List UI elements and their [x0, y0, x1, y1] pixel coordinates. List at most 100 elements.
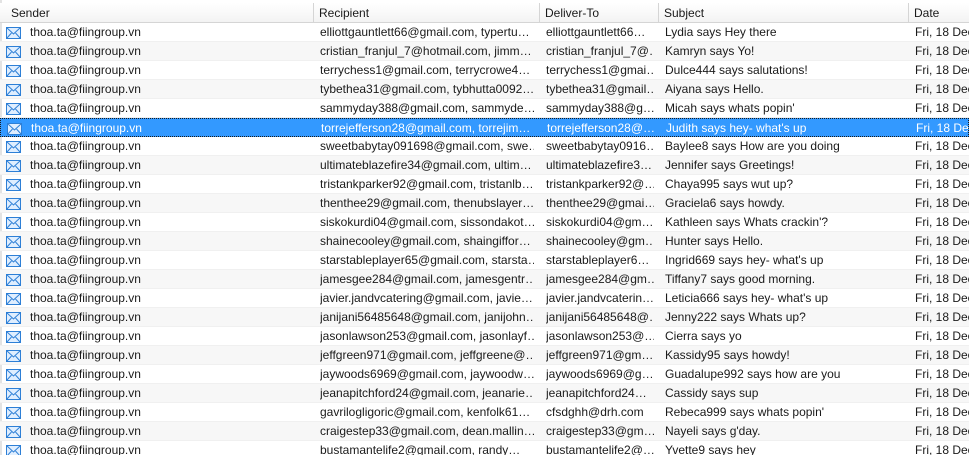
recipient-cell: sammyday388@gmail.com, sammyde… [320, 101, 534, 115]
envelope-icon [6, 232, 22, 251]
message-row[interactable]: thoa.ta@fiingroup.vn cristian_franjul_7@h… [0, 42, 969, 61]
envelope-icon [6, 403, 22, 422]
message-row[interactable]: thoa.ta@fiingroup.vn jamesgee284@gmail.co… [0, 270, 969, 289]
subject-cell: Baylee8 says How are you doing [665, 139, 840, 153]
message-row[interactable]: thoa.ta@fiingroup.vn jeanapitchford24@gma… [0, 384, 969, 403]
sender-cell: thoa.ta@fiingroup.vn [30, 158, 141, 172]
message-row[interactable]: thoa.ta@fiingroup.vn jasonlawson253@gmail… [0, 327, 969, 346]
recipient-cell: bustamantelife2@gmail.com, randy… [320, 443, 521, 455]
recipient-cell: sweetbabytay091698@gmail.com, swe… [320, 139, 534, 153]
date-cell: Fri, 18 Dec [915, 101, 969, 115]
message-row[interactable]: thoa.ta@fiingroup.vn janijani56485648@gma… [0, 308, 969, 327]
message-row[interactable]: thoa.ta@fiingroup.vn jeffgreen971@gmail.c… [0, 346, 969, 365]
message-row[interactable]: thoa.ta@fiingroup.vn sammyday388@gmail.co… [0, 99, 969, 118]
sender-cell: thoa.ta@fiingroup.vn [30, 234, 141, 248]
deliver-to-cell: cfsdghh@drh.com [546, 405, 644, 419]
sender-cell: thoa.ta@fiingroup.vn [30, 329, 141, 343]
envelope-icon [6, 346, 22, 365]
subject-cell: Kathleen says Whats crackin'? [665, 215, 829, 229]
subject-cell: Chaya995 says wut up? [665, 177, 794, 191]
column-header-deliver-to[interactable]: Deliver-To [540, 3, 659, 23]
recipient-cell: terrychess1@gmail.com, terrycrowe4… [320, 63, 531, 77]
recipient-cell: thenthee29@gmail.com, thenubslayer… [320, 196, 534, 210]
message-row[interactable]: thoa.ta@fiingroup.vn ultimateblazefire34@… [0, 156, 969, 175]
subject-cell: Judith says hey- what's up [666, 121, 807, 135]
sender-cell: thoa.ta@fiingroup.vn [30, 63, 141, 77]
message-row[interactable]: thoa.ta@fiingroup.vn jaywoods6969@gmail.c… [0, 365, 969, 384]
date-cell: Fri, 18 Dec [915, 25, 969, 39]
date-cell: Fri, 18 Dec [915, 310, 969, 324]
sender-cell: thoa.ta@fiingroup.vn [30, 101, 141, 115]
envelope-icon [6, 194, 22, 213]
sender-cell: thoa.ta@fiingroup.vn [30, 44, 141, 58]
deliver-to-cell: jeffgreen971@gm… [546, 348, 654, 362]
envelope-icon [6, 61, 22, 80]
message-row[interactable]: thoa.ta@fiingroup.vn starstableplayer65@g… [0, 251, 969, 270]
column-header-subject[interactable]: Subject [659, 3, 909, 23]
recipient-cell: torrejefferson28@gmail.com, torrejim… [321, 121, 531, 135]
deliver-to-cell: janijani56485648@… [546, 310, 654, 324]
recipient-cell: ultimateblazefire34@gmail.com, ultim… [320, 158, 532, 172]
envelope-icon [6, 213, 22, 232]
deliver-to-cell: tybethea31@gmail… [546, 82, 654, 96]
message-row[interactable]: thoa.ta@fiingroup.vn shainecooley@gmail.c… [0, 232, 969, 251]
message-row[interactable]: thoa.ta@fiingroup.vn elliottgauntlett66@g… [0, 23, 969, 42]
deliver-to-cell: sammyday388@g… [546, 101, 654, 115]
envelope-icon [6, 137, 22, 156]
envelope-icon [6, 384, 22, 403]
message-row[interactable]: thoa.ta@fiingroup.vn tristankparker92@gma… [0, 175, 969, 194]
subject-cell: Hunter says Hello. [665, 234, 764, 248]
sender-cell: thoa.ta@fiingroup.vn [30, 272, 141, 286]
recipient-cell: siskokurdi04@gmail.com, sissondakot… [320, 215, 534, 229]
date-cell: Fri, 18 Dec [916, 121, 969, 135]
recipient-cell: jamesgee284@gmail.com, jamesgentr… [320, 272, 534, 286]
recipient-cell: jasonlawson253@gmail.com, jasonlayf… [320, 329, 534, 343]
message-row[interactable]: thoa.ta@fiingroup.vn javier.jandvcatering… [0, 289, 969, 308]
date-cell: Fri, 18 Dec [915, 348, 969, 362]
deliver-to-cell: javier.jandvcaterin… [546, 291, 654, 305]
sender-cell: thoa.ta@fiingroup.vn [30, 82, 141, 96]
recipient-cell: elliottgauntlett66@gmail.com, typertu… [320, 25, 530, 39]
column-header-sender[interactable]: Sender [6, 3, 314, 23]
message-row[interactable]: thoa.ta@fiingroup.vn gavrilogligoric@gmai… [0, 403, 969, 422]
date-cell: Fri, 18 Dec [915, 424, 969, 438]
deliver-to-cell: ultimateblazefire3… [546, 158, 653, 172]
date-cell: Fri, 18 Dec [915, 253, 969, 267]
date-cell: Fri, 18 Dec [915, 272, 969, 286]
message-row[interactable]: thoa.ta@fiingroup.vn thenthee29@gmail.com… [0, 194, 969, 213]
sender-cell: thoa.ta@fiingroup.vn [30, 196, 141, 210]
message-row[interactable]: thoa.ta@fiingroup.vn bustamantelife2@gmai… [0, 441, 969, 455]
recipient-cell: tristankparker92@gmail.com, tristanlb… [320, 177, 534, 191]
column-header-date[interactable]: Date [909, 3, 969, 23]
deliver-to-cell: starstableplayer6… [546, 253, 650, 267]
recipient-cell: craigestep33@gmail.com, dean.mallin… [320, 424, 534, 438]
deliver-to-cell: jasonlawson253@… [546, 329, 654, 343]
recipient-cell: tybethea31@gmail.com, tybhutta0092… [320, 82, 534, 96]
message-row[interactable]: thoa.ta@fiingroup.vn terrychess1@gmail.co… [0, 61, 969, 80]
message-row[interactable]: thoa.ta@fiingroup.vn siskokurdi04@gmail.c… [0, 213, 969, 232]
date-cell: Fri, 18 Dec [915, 405, 969, 419]
message-row[interactable]: thoa.ta@fiingroup.vn torrejefferson28@gma… [0, 118, 969, 137]
sender-cell: thoa.ta@fiingroup.vn [30, 405, 141, 419]
date-cell: Fri, 18 Dec [915, 215, 969, 229]
sender-cell: thoa.ta@fiingroup.vn [30, 177, 141, 191]
date-cell: Fri, 18 Dec [915, 44, 969, 58]
date-cell: Fri, 18 Dec [915, 291, 969, 305]
envelope-icon [6, 270, 22, 289]
subject-cell: Dulce444 says salutations! [665, 63, 808, 77]
recipient-cell: jeanapitchford24@gmail.com, jeanarie… [320, 386, 534, 400]
subject-cell: Kassidy95 says howdy! [665, 348, 790, 362]
message-row[interactable]: thoa.ta@fiingroup.vn sweetbabytay091698@g… [0, 137, 969, 156]
message-row[interactable]: thoa.ta@fiingroup.vn tybethea31@gmail.com… [0, 80, 969, 99]
message-row[interactable]: thoa.ta@fiingroup.vn craigestep33@gmail.c… [0, 422, 969, 441]
envelope-icon [7, 119, 23, 138]
date-cell: Fri, 18 Dec [915, 177, 969, 191]
sender-cell: thoa.ta@fiingroup.vn [30, 25, 141, 39]
subject-cell: Cassidy says sup [665, 386, 759, 400]
envelope-icon [6, 422, 22, 441]
envelope-icon [6, 23, 22, 42]
sender-cell: thoa.ta@fiingroup.vn [30, 386, 141, 400]
subject-cell: Graciela6 says howdy. [665, 196, 785, 210]
column-header-recipient[interactable]: Recipient [314, 3, 540, 23]
subject-cell: Guadalupe992 says how are you [665, 367, 841, 381]
